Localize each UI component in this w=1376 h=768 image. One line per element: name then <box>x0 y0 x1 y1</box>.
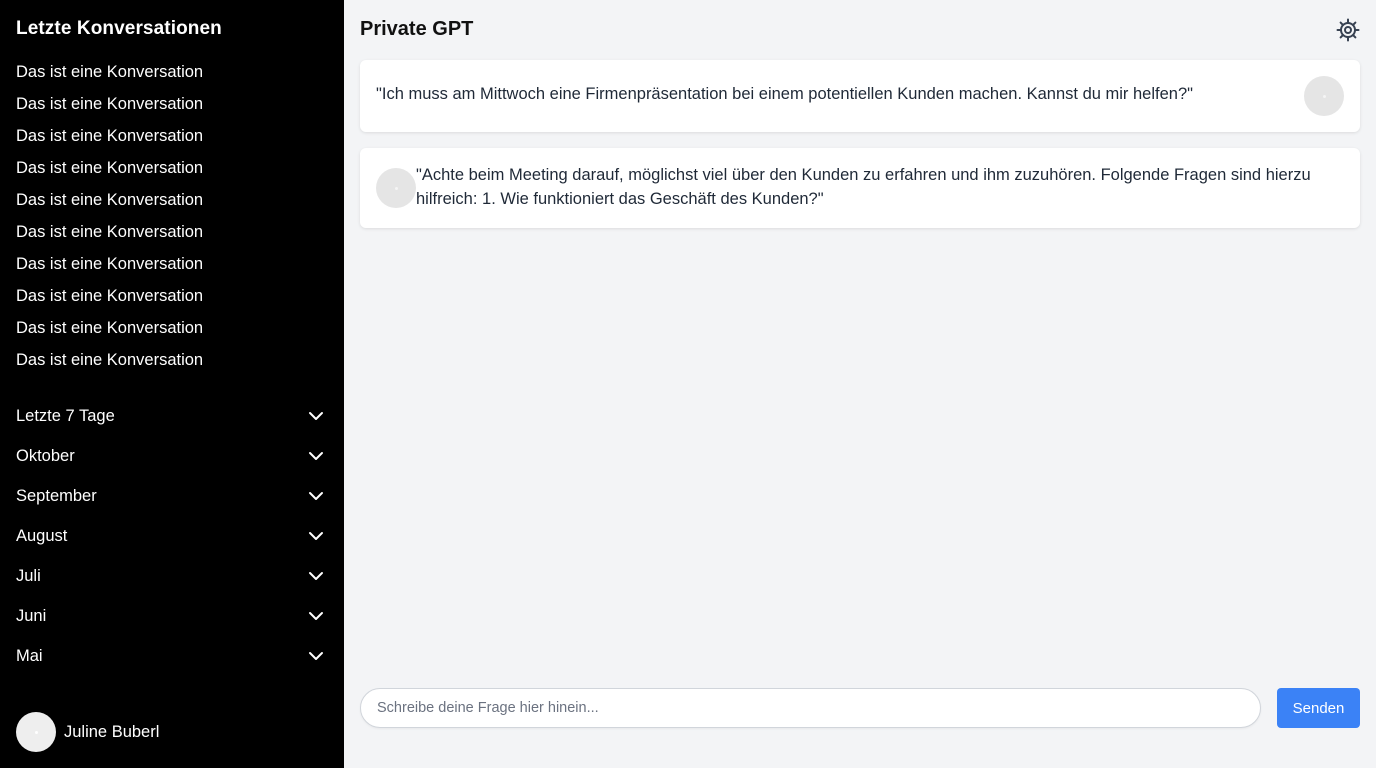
chevron-down-icon <box>309 612 323 620</box>
user-name: Juline Buberl <box>64 722 160 741</box>
message-text: "Achte beim Meeting darauf, möglichst vi… <box>416 166 1311 208</box>
conversation-item[interactable]: Das ist eine Konversation <box>16 280 328 312</box>
month-group-label: Juni <box>16 606 47 625</box>
conversation-list: Das ist eine Konversation Das ist eine K… <box>16 56 328 376</box>
conversation-item[interactable]: Das ist eine Konversation <box>16 248 328 280</box>
user-avatar <box>1304 76 1344 116</box>
conversation-item[interactable]: Das ist eine Konversation <box>16 152 328 184</box>
gear-icon[interactable] <box>1336 18 1360 42</box>
sidebar-title: Letzte Konversationen <box>16 18 222 39</box>
conversation-item[interactable]: Das ist eine Konversation <box>16 184 328 216</box>
chevron-down-icon <box>309 532 323 540</box>
month-group-last-7-days[interactable]: Letzte 7 Tage <box>16 396 328 436</box>
conversation-item[interactable]: Das ist eine Konversation <box>16 216 328 248</box>
month-group-label: Juli <box>16 566 41 585</box>
chevron-down-icon <box>309 452 323 460</box>
conversation-item[interactable]: Das ist eine Konversation <box>16 88 328 120</box>
user-profile[interactable]: Juline Buberl <box>16 712 159 752</box>
month-group-juni[interactable]: Juni <box>16 596 328 636</box>
conversation-item[interactable]: Das ist eine Konversation <box>16 56 328 88</box>
conversation-item[interactable]: Das ist eine Konversation <box>16 344 328 376</box>
page-title: Private GPT <box>360 18 474 40</box>
month-group-juli[interactable]: Juli <box>16 556 328 596</box>
month-group-september[interactable]: September <box>16 476 328 516</box>
chevron-down-icon <box>309 492 323 500</box>
sidebar: Letzte Konversationen Das ist eine Konve… <box>0 0 344 768</box>
assistant-message: "Achte beim Meeting darauf, möglichst vi… <box>360 148 1360 228</box>
chevron-down-icon <box>309 572 323 580</box>
month-group-label: Letzte 7 Tage <box>16 406 115 425</box>
chevron-down-icon <box>309 412 323 420</box>
month-group-august[interactable]: August <box>16 516 328 556</box>
assistant-avatar <box>376 168 416 208</box>
month-group-oktober[interactable]: Oktober <box>16 436 328 476</box>
month-group-mai[interactable]: Mai <box>16 636 328 676</box>
month-group-label: Mai <box>16 646 43 665</box>
month-group-label: August <box>16 526 68 545</box>
chat-main: Private GPT "Ich muss am Mittwoch eine F… <box>344 0 1376 768</box>
send-button[interactable]: Senden <box>1277 688 1360 728</box>
question-input[interactable] <box>360 688 1261 728</box>
month-group-label: Oktober <box>16 446 75 465</box>
conversation-item[interactable]: Das ist eine Konversation <box>16 120 328 152</box>
chevron-down-icon <box>309 652 323 660</box>
month-group-list: Letzte 7 Tage Oktober September August J… <box>16 396 328 676</box>
message-text: "Ich muss am Mittwoch eine Firmenpräsent… <box>376 85 1193 103</box>
avatar <box>16 712 56 752</box>
conversation-item[interactable]: Das ist eine Konversation <box>16 312 328 344</box>
user-message: "Ich muss am Mittwoch eine Firmenpräsent… <box>360 60 1360 132</box>
month-group-label: September <box>16 486 97 505</box>
